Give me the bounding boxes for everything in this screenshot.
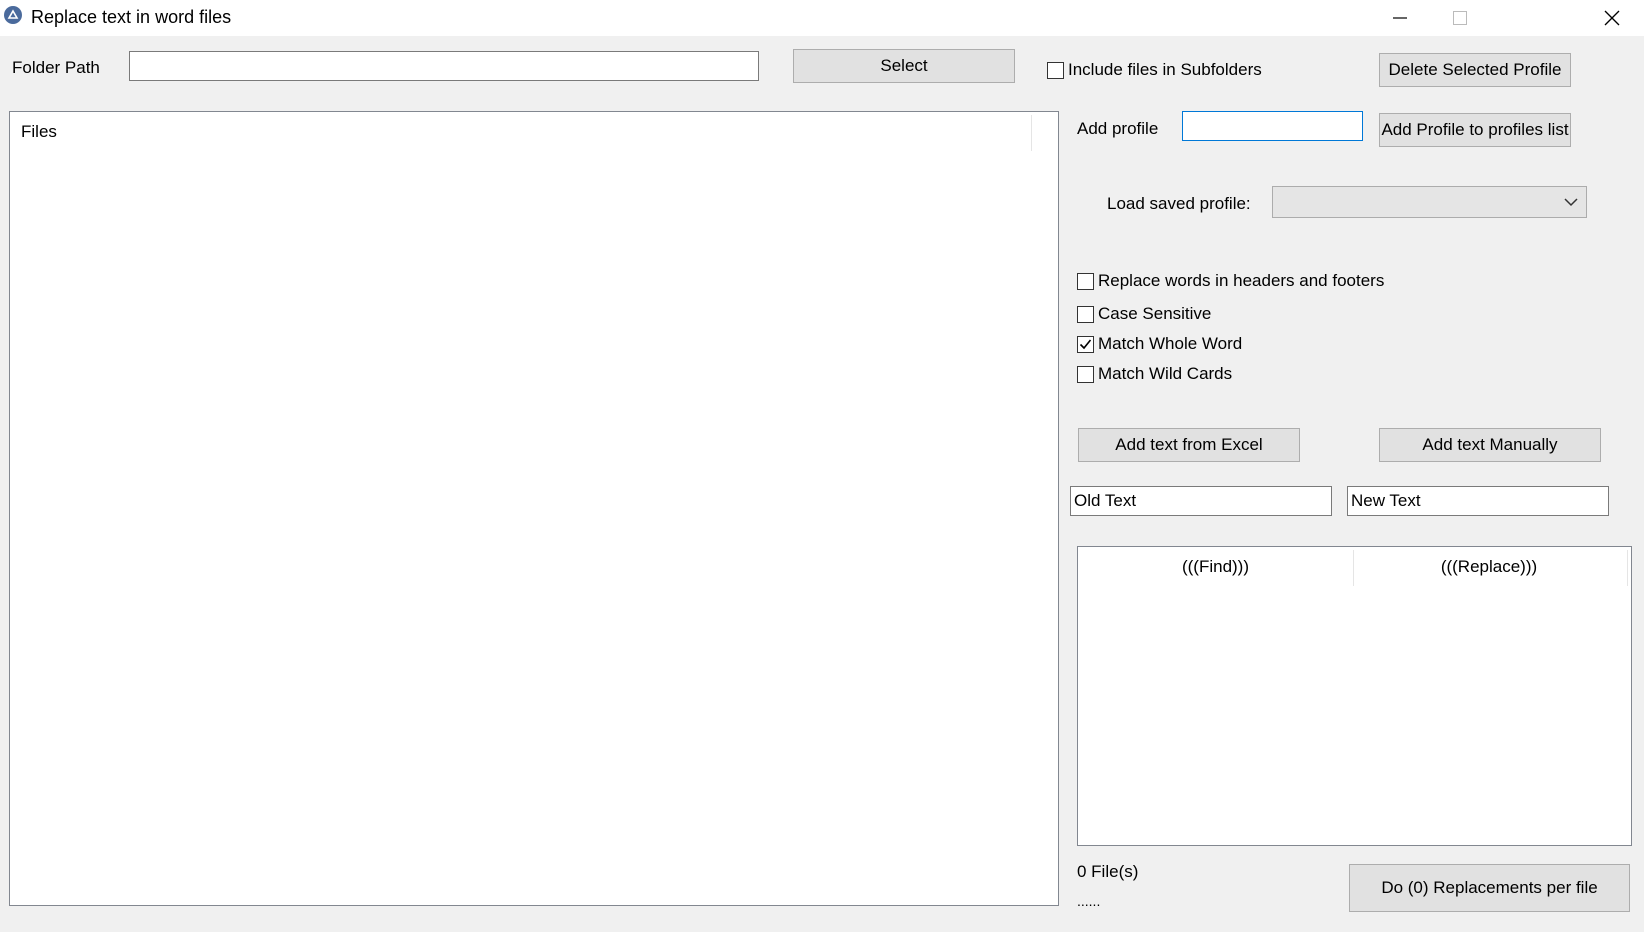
old-text-input[interactable] (1070, 486, 1332, 516)
title-bar: Replace text in word files (0, 0, 1647, 36)
include-subfolders-box[interactable] (1047, 61, 1064, 79)
option-match-wild-cards-label: Match Wild Cards (1098, 364, 1233, 383)
delete-profile-button[interactable]: Delete Selected Profile (1379, 53, 1571, 87)
option-headers-footers-box[interactable] (1077, 272, 1094, 290)
add-text-manually-button[interactable]: Add text Manually (1379, 428, 1601, 462)
add-profile-label: Add profile (1077, 119, 1159, 138)
app-icon (4, 6, 22, 24)
find-column-header[interactable]: (((Find))) (1078, 557, 1353, 577)
load-profile-dropdown[interactable] (1272, 186, 1587, 218)
select-folder-button[interactable]: Select (793, 49, 1015, 83)
option-match-wild-cards[interactable]: Match Wild Cards (1077, 364, 1232, 384)
option-match-whole-word-label: Match Whole Word (1098, 334, 1243, 353)
folder-path-input[interactable] (129, 51, 759, 81)
minimize-button[interactable] (1370, 0, 1430, 36)
files-column-header[interactable]: Files (21, 122, 57, 142)
do-replacements-button[interactable]: Do (0) Replacements per file (1349, 864, 1630, 912)
column-separator (1627, 550, 1628, 586)
option-case-sensitive[interactable]: Case Sensitive (1077, 304, 1211, 324)
file-count-label: 0 File(s) (1077, 862, 1139, 881)
option-match-wild-cards-box[interactable] (1077, 365, 1094, 383)
add-profile-input[interactable] (1182, 111, 1363, 141)
maximize-button[interactable] (1430, 0, 1490, 36)
new-text-input[interactable] (1347, 486, 1609, 516)
option-headers-footers[interactable]: Replace words in headers and footers (1077, 271, 1384, 291)
option-match-whole-word[interactable]: Match Whole Word (1077, 334, 1242, 354)
replacements-table[interactable]: (((Find))) (((Replace))) (1077, 546, 1632, 846)
include-subfolders-label: Include files in Subfolders (1068, 60, 1262, 79)
close-icon (1604, 10, 1620, 26)
close-button[interactable] (1582, 0, 1642, 36)
option-case-sensitive-label: Case Sensitive (1098, 304, 1212, 323)
option-case-sensitive-box[interactable] (1077, 305, 1094, 323)
column-separator (1031, 115, 1032, 151)
option-headers-footers-label: Replace words in headers and footers (1098, 271, 1385, 290)
checkmark-icon (1079, 338, 1092, 349)
add-text-from-excel-button[interactable]: Add text from Excel (1078, 428, 1300, 462)
maximize-icon (1453, 11, 1467, 25)
include-subfolders-checkbox[interactable]: Include files in Subfolders (1047, 60, 1262, 80)
folder-path-label: Folder Path (12, 58, 100, 77)
window-title: Replace text in word files (31, 7, 232, 27)
replace-column-header[interactable]: (((Replace))) (1354, 557, 1624, 577)
chevron-down-icon (1564, 198, 1578, 207)
window-edge-bottom (0, 932, 1647, 936)
add-profile-to-list-button[interactable]: Add Profile to profiles list (1379, 113, 1571, 147)
progress-label: ...... (1077, 893, 1101, 909)
option-match-whole-word-box[interactable] (1077, 335, 1094, 353)
minimize-icon (1393, 17, 1407, 19)
files-list[interactable]: Files (9, 111, 1059, 906)
main-window: Replace text in word files Folder Path S… (0, 0, 1647, 936)
load-profile-label: Load saved profile: (1107, 194, 1251, 213)
